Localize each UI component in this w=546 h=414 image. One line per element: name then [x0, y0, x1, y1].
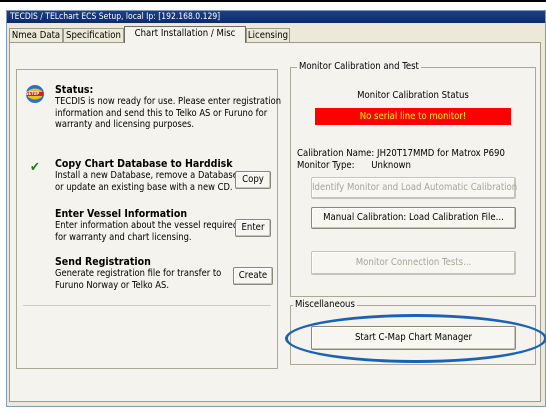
setup-icon-text: SETUP [26, 91, 40, 96]
top-border [0, 0, 546, 2]
highlight-oval [285, 314, 546, 363]
manual-calibration-button[interactable]: Manual Calibration: Load Calibration Fil… [311, 207, 516, 229]
copy-line: Install a new Database, remove a Databas… [55, 170, 241, 181]
tab-content: SETUP Status: TECDIS is now ready for us… [9, 42, 546, 402]
calibration-name-value: JH20T17MMD for Matrox P690 [377, 148, 505, 159]
registration-text: Generate registration file for transfer … [55, 268, 221, 291]
monitor-connection-tests-button[interactable]: Monitor Connection Tests... [311, 251, 516, 275]
copy-button[interactable]: Copy [235, 171, 271, 189]
tab-nmea-data[interactable]: Nmea Data [9, 28, 63, 42]
enter-button[interactable]: Enter [235, 219, 271, 237]
identify-monitor-button[interactable]: Identify Monitor and Load Automatic Cali… [311, 177, 517, 199]
calibration-name-label: Calibration Name: [297, 148, 375, 159]
tab-licensing[interactable]: Licensing [246, 28, 290, 42]
copy-heading: Copy Chart Database to Harddisk [55, 158, 233, 170]
calibration-name-row: Calibration Name: JH20T17MMD for Matrox … [297, 148, 505, 159]
status-line: information and send this to Telko AS or… [55, 107, 268, 119]
calibration-status-title: Monitor Calibration Status [357, 90, 469, 101]
status-line: warranty and licensing purposes. [55, 119, 195, 130]
vessel-line: for warranty and chart licensing. [55, 231, 192, 243]
monitor-type-row: Monitor Type: Unknown [297, 160, 411, 171]
checkmark-icon: ✔ [30, 160, 40, 175]
vessel-line: Enter information about the vessel requi… [55, 220, 239, 231]
window-title: TECDIS / TELchart ECS Setup, local Ip: [… [7, 11, 545, 23]
registration-heading: Send Registration [55, 256, 151, 268]
setup-window: TECDIS / TELchart ECS Setup, local Ip: [… [6, 10, 546, 407]
tab-specification[interactable]: Specification [63, 28, 124, 42]
status-text: TECDIS is now ready for use. Please ente… [55, 96, 281, 131]
vessel-text: Enter information about the vessel requi… [55, 220, 238, 243]
vessel-heading: Enter Vessel Information [55, 208, 188, 220]
misc-group-label: Miscellaneous [293, 299, 357, 310]
monitor-type-label: Monitor Type: [297, 160, 355, 171]
registration-line: Furuno Norway or Telko AS. [55, 279, 169, 291]
registration-line: Generate registration file for transfer … [55, 268, 222, 279]
setup-steps-panel: SETUP Status: TECDIS is now ready for us… [16, 69, 281, 369]
monitor-type-value: Unknown [371, 160, 411, 171]
calibration-group: Monitor Calibration and Test Monitor Cal… [290, 61, 536, 297]
calibration-status-message: No serial line to monitor! [315, 108, 511, 125]
status-heading: Status: [55, 84, 94, 96]
copy-text: Install a new Database, remove a Databas… [55, 170, 241, 193]
status-line: TECDIS is now ready for use. Please ente… [55, 96, 282, 107]
copy-line: or update an existing base with a new CD… [55, 181, 233, 193]
create-button[interactable]: Create [233, 267, 273, 285]
tab-chart-installation[interactable]: Chart Installation / Misc [124, 26, 246, 43]
divider [23, 305, 271, 306]
calibration-group-label: Monitor Calibration and Test [297, 61, 421, 72]
